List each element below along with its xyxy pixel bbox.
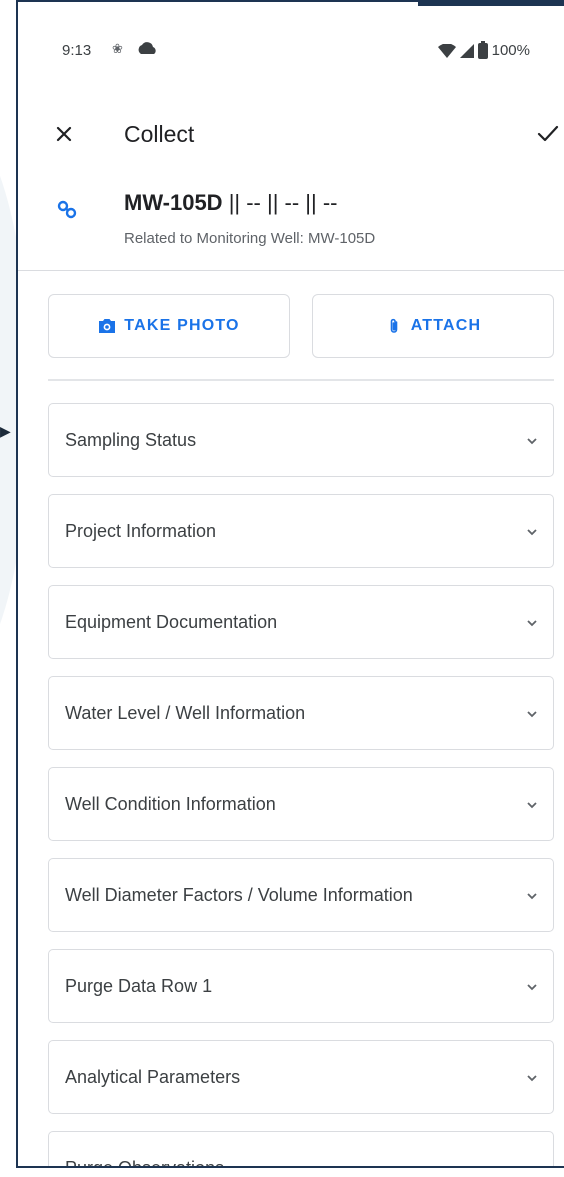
section-label: Project Information — [65, 521, 217, 541]
section-analytical-parameters[interactable]: Analytical Parameters — [48, 1040, 554, 1114]
app-toolbar: Collect — [18, 112, 564, 160]
battery-icon — [477, 40, 488, 59]
status-bar: 9:13 ❀ 100% — [18, 36, 564, 66]
section-label: Equipment Documentation — [65, 612, 278, 632]
section-water-level[interactable]: Water Level / Well Information — [48, 676, 554, 750]
action-buttons: TAKE PHOTO ATTACH — [48, 294, 554, 360]
divider — [48, 379, 554, 381]
attach-button[interactable]: ATTACH — [312, 294, 554, 358]
chevron-down-icon — [527, 893, 537, 900]
notification-icon: ❀ — [112, 41, 123, 56]
section-label: Purge Observations — [65, 1158, 225, 1168]
take-photo-label: TAKE PHOTO — [124, 317, 240, 334]
section-purge-observations[interactable]: Purge Observations — [48, 1131, 554, 1168]
section-well-diameter[interactable]: Well Diameter Factors / Volume Informati… — [48, 858, 554, 932]
section-label: Well Diameter Factors / Volume Informati… — [65, 885, 413, 905]
close-icon[interactable] — [50, 120, 78, 148]
link-icon — [57, 200, 77, 219]
section-well-condition[interactable]: Well Condition Information — [48, 767, 554, 841]
pointer-arrow-icon: ▶ — [0, 423, 11, 439]
record-title: MW-105D || -- || -- || -- — [124, 190, 338, 216]
cloud-icon — [138, 42, 156, 54]
wifi-icon — [437, 43, 456, 58]
frame-edge — [418, 2, 564, 6]
chevron-down-icon — [527, 802, 537, 809]
section-equipment-documentation[interactable]: Equipment Documentation — [48, 585, 554, 659]
section-sampling-status[interactable]: Sampling Status — [48, 403, 554, 477]
record-suffix: || -- || -- || -- — [222, 190, 338, 215]
attach-label: ATTACH — [410, 317, 482, 334]
chevron-down-icon — [527, 529, 537, 536]
battery-percent: 100% — [491, 42, 530, 59]
chevron-down-icon — [527, 438, 537, 445]
backdrop: ▶ 9:13 ❀ 100% Collect MW-105D || -- || -… — [0, 0, 564, 1177]
take-photo-button[interactable]: TAKE PHOTO — [48, 294, 290, 358]
record-id: MW-105D — [124, 190, 223, 215]
form-sections: Sampling Status Project Information Equi… — [48, 403, 554, 1168]
section-label: Sampling Status — [65, 430, 197, 450]
record-header: MW-105D || -- || -- || -- Related to Mon… — [18, 184, 564, 264]
section-label: Water Level / Well Information — [65, 703, 306, 723]
paperclip-icon — [390, 318, 398, 333]
phone-screen: 9:13 ❀ 100% Collect MW-105D || -- || -- … — [16, 0, 564, 1168]
status-time: 9:13 — [62, 42, 92, 59]
signal-icon — [459, 43, 474, 58]
camera-icon — [99, 319, 116, 333]
related-record-text: Related to Monitoring Well: MW-105D — [124, 230, 376, 247]
section-purge-data-row[interactable]: Purge Data Row 1 — [48, 949, 554, 1023]
section-label: Well Condition Information — [65, 794, 276, 814]
section-project-information[interactable]: Project Information — [48, 494, 554, 568]
divider — [18, 270, 564, 271]
chevron-down-icon — [527, 1075, 537, 1082]
section-label: Purge Data Row 1 — [65, 976, 213, 996]
chevron-down-icon — [527, 711, 537, 718]
section-label: Analytical Parameters — [65, 1067, 241, 1087]
page-title: Collect — [124, 121, 195, 147]
check-icon[interactable] — [534, 120, 562, 148]
chevron-down-icon — [527, 984, 537, 991]
chevron-down-icon — [525, 1162, 539, 1168]
status-indicators: 100% — [437, 40, 530, 59]
chevron-down-icon — [527, 620, 537, 627]
